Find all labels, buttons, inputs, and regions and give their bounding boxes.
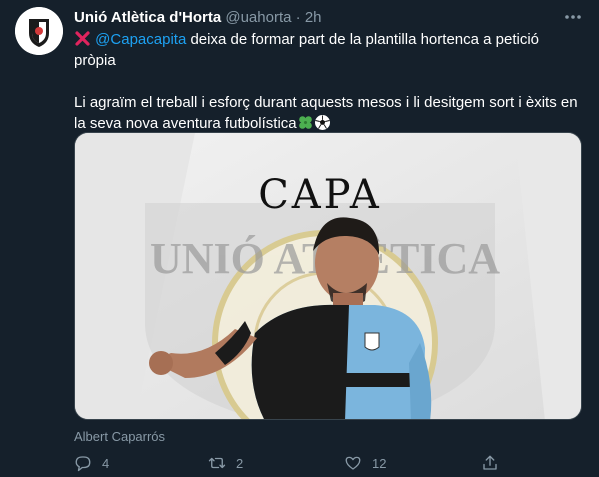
four-leaf-clover-emoji xyxy=(298,116,312,129)
tweet[interactable]: Unió Atlètica d'Horta @uahorta · 2h @Cap… xyxy=(0,0,599,477)
reply-count: 4 xyxy=(102,455,110,471)
retweet-button[interactable]: 2 xyxy=(208,453,243,473)
avatar[interactable] xyxy=(15,7,63,55)
timestamp[interactable]: 2h xyxy=(305,9,322,26)
player-photo: UNIÓ ATLÈTICA CAPA xyxy=(75,133,581,419)
retweet-icon xyxy=(208,457,226,469)
tweet-paragraph-2: Li agraïm el treball i esforç durant aqu… xyxy=(74,92,579,134)
image-title-text: CAPA xyxy=(258,172,382,218)
media-credit[interactable]: Albert Caparrós xyxy=(74,429,165,444)
retweet-count: 2 xyxy=(236,455,244,471)
soccer-ball-emoji xyxy=(314,115,330,130)
more-button[interactable] xyxy=(563,9,583,25)
club-crest-icon xyxy=(15,7,63,55)
author-name[interactable]: Unió Atlètica d'Horta xyxy=(74,9,221,26)
like-button[interactable]: 12 xyxy=(344,453,386,473)
separator-dot: · xyxy=(295,9,301,26)
author-handle[interactable]: @uahorta xyxy=(225,9,291,26)
heart-icon xyxy=(345,456,361,470)
reply-icon xyxy=(75,456,91,472)
tweet-header: Unió Atlètica d'Horta @uahorta · 2h xyxy=(74,9,322,26)
tweet-text: @Capacapita deixa de formar part de la p… xyxy=(74,29,579,134)
like-count: 12 xyxy=(372,455,387,471)
share-button[interactable] xyxy=(481,453,509,473)
more-dots-icon xyxy=(565,15,581,19)
tweet-paragraph-1: @Capacapita deixa de formar part de la p… xyxy=(74,29,579,71)
mention-link[interactable]: @Capacapita xyxy=(95,31,186,48)
red-cross-emoji xyxy=(75,31,90,46)
reply-button[interactable]: 4 xyxy=(74,453,109,473)
tweet-media-image[interactable]: UNIÓ ATLÈTICA CAPA xyxy=(74,132,582,420)
share-icon xyxy=(483,455,497,470)
tweet-actions: 4 2 12 xyxy=(74,453,584,473)
